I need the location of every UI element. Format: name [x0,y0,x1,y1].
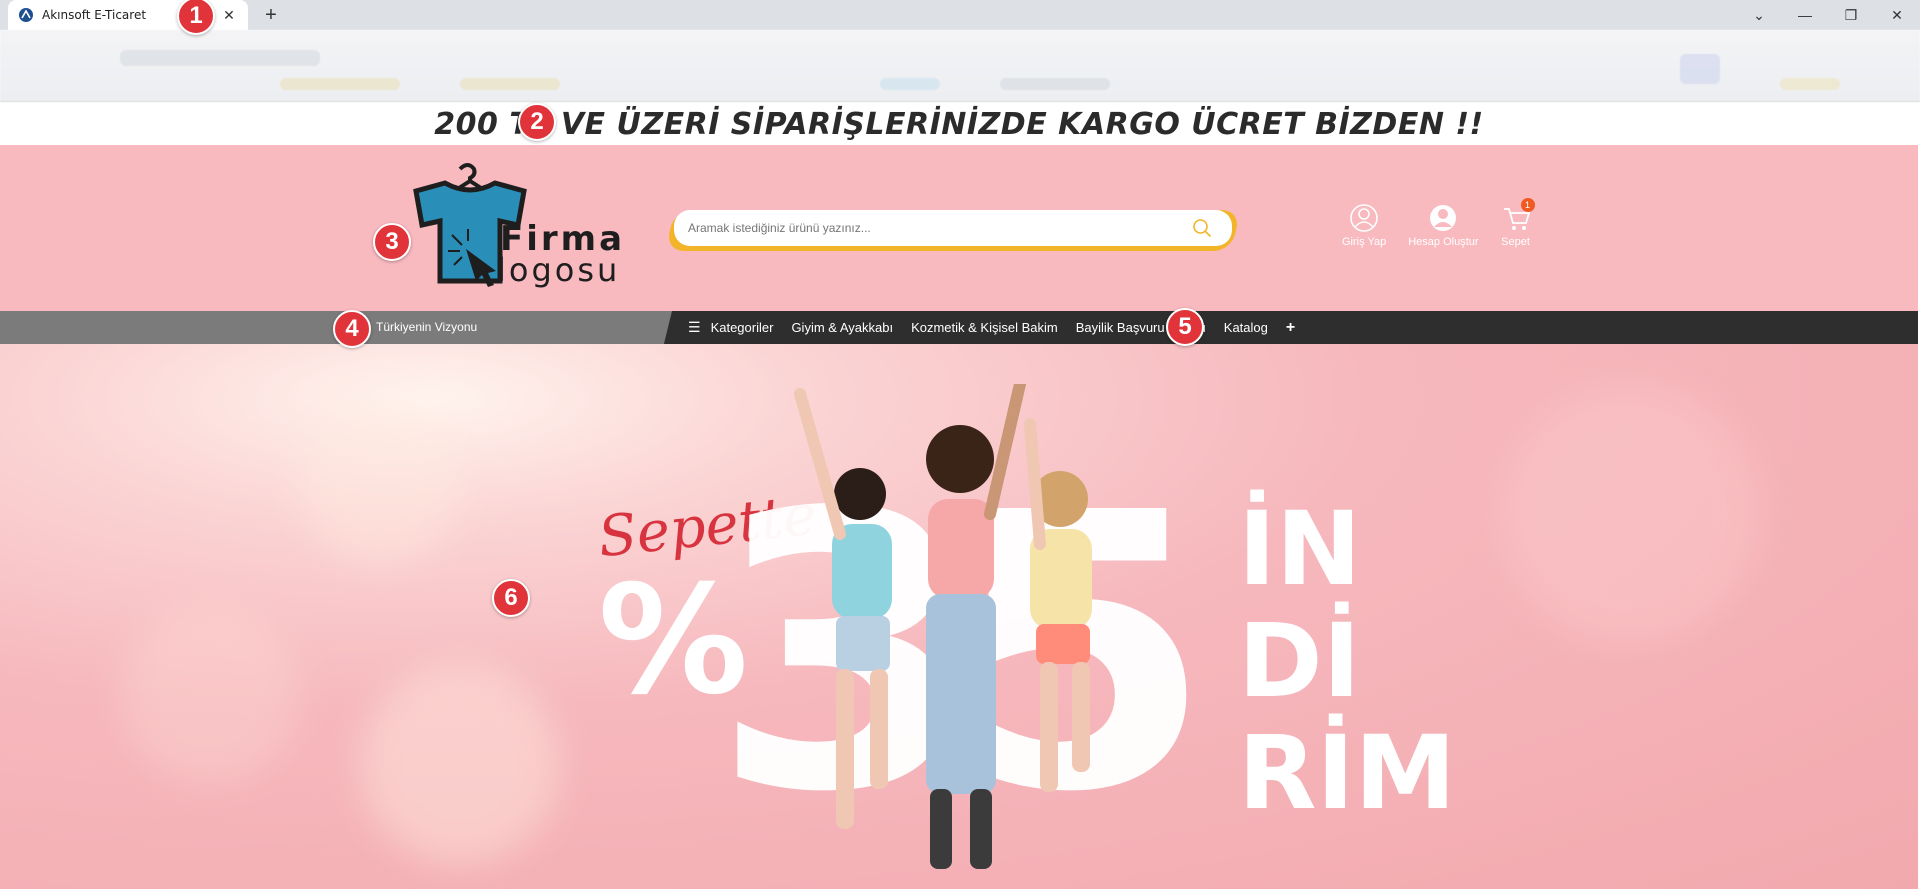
search-box [665,210,1241,251]
nav-item-catalog[interactable]: Katalog [1224,320,1268,335]
minimize-window-icon[interactable]: — [1782,0,1828,30]
annotation-badge-6: 6 [492,579,530,617]
hero-indirim-line: RİM [1238,714,1456,833]
nav-item-cosmetics[interactable]: Kozmetik & Kişisel Bakim [911,320,1058,335]
cart-count-badge: 1 [1520,198,1535,212]
register-link[interactable]: Hesap Oluştur [1408,203,1479,248]
login-user-icon [1350,204,1378,232]
site-favicon-icon [19,8,33,22]
restore-window-icon[interactable]: ❐ [1828,0,1874,30]
search-input[interactable] [674,210,1172,246]
hero-indirim-text: İN Dİ RİM [1238,494,1456,830]
annotation-badge-2: 2 [518,103,556,141]
hero-indirim-line: Dİ [1238,602,1361,721]
site-header: Firma logosu Giriş Yap [0,145,1918,311]
hero-banner[interactable]: Sepette % 35 İN Dİ [0,344,1918,889]
menu-icon: ☰ [688,319,701,335]
close-window-icon[interactable]: ✕ [1874,0,1920,30]
logo-text-logosu: logosu [497,251,621,289]
search-icon [1193,219,1212,238]
browser-toolbar-blurred [0,30,1920,102]
new-tab-icon[interactable]: + [260,4,282,26]
nav-item-label: Kategoriler [710,320,774,335]
login-link[interactable]: Giriş Yap [1342,203,1386,248]
cart-label: Sepet [1501,236,1530,248]
tab-search-dropdown-icon[interactable]: ⌄ [1736,0,1782,30]
annotation-badge-5: 5 [1166,308,1204,346]
register-user-icon [1430,205,1457,231]
login-label: Giriş Yap [1342,236,1387,248]
company-logo[interactable]: Firma logosu [400,163,622,291]
main-navigation: Türkiyenin Vizyonu ☰ Kategoriler Giyim &… [0,311,1918,344]
hero-indirim-line: İN [1238,490,1362,609]
annotation-badge-4: 4 [333,310,371,348]
nav-slogan: Türkiyenin Vizyonu [376,320,478,334]
browser-tab-bar: Akınsoft E-Ticaret ✕ + ⌄ — ❐ ✕ [0,0,1920,30]
nav-item-clothing-shoes[interactable]: Giyim & Ayakkabı [791,320,893,335]
search-button[interactable] [1172,210,1232,246]
nav-menu: ☰ Kategoriler Giyim & Ayakkabı Kozmetik … [688,311,1295,344]
nav-item-categories[interactable]: ☰ Kategoriler [688,319,773,336]
user-links: Giriş Yap Hesap Oluştur 1 Sepet [1342,198,1535,248]
tab-close-icon[interactable]: ✕ [220,6,238,24]
annotation-badge-3: 3 [373,223,411,261]
hero-people-illustration [794,384,1092,869]
free-shipping-announcement: 200 TL VE ÜZERİ SİPARİŞLERİNİZDE KARGO Ü… [434,106,1484,142]
plus-icon[interactable]: + [1286,319,1295,337]
cart-link[interactable]: 1 Sepet [1501,198,1535,248]
register-label: Hesap Oluştur [1408,236,1479,248]
announcement-bar: 200 TL VE ÜZERİ SİPARİŞLERİNİZDE KARGO Ü… [0,103,1918,145]
